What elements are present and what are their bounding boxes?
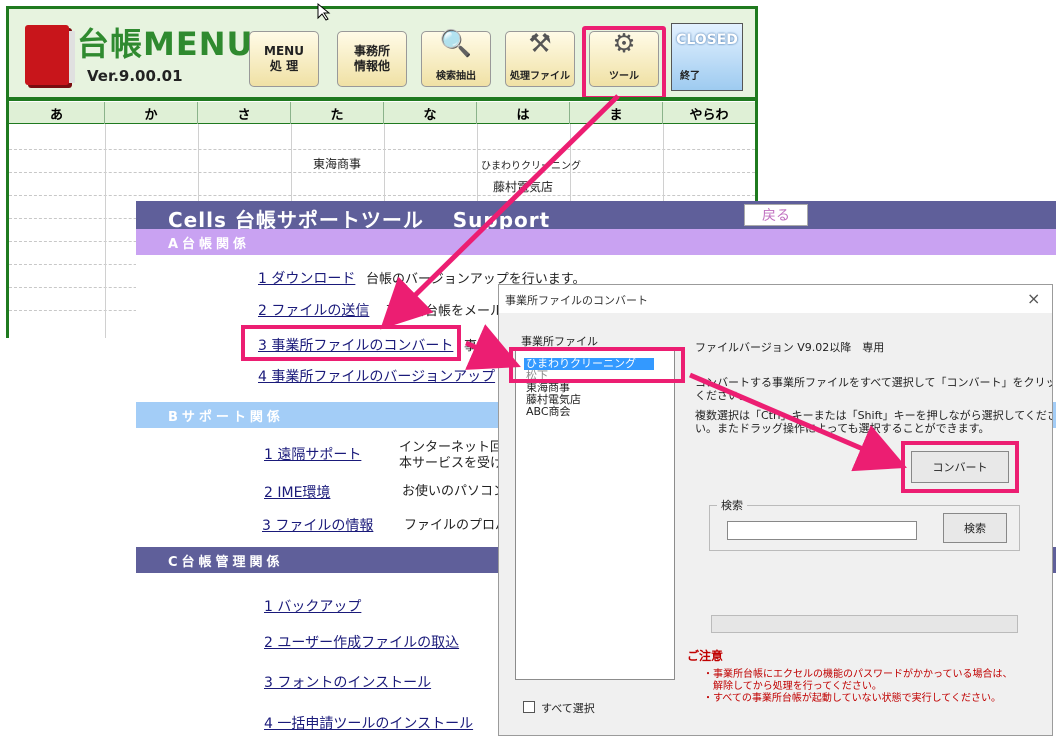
import-user-file-link[interactable]: 2 ユーザー作成ファイルの取込 — [264, 632, 459, 652]
search-input[interactable] — [727, 521, 917, 540]
search-button[interactable]: 検索 — [943, 513, 1007, 543]
search-extract-button[interactable]: 🔍 検索抽出 — [421, 31, 491, 87]
menu-process-button[interactable]: MENU 処 理 — [249, 31, 319, 87]
kana-ma[interactable]: ま — [570, 102, 663, 124]
search-group-label: 検索 — [717, 497, 747, 513]
grid-row-line — [9, 149, 755, 150]
worker-file-icon: ⚒ — [528, 29, 552, 59]
file-info-link[interactable]: 3 ファイルの情報 — [262, 515, 373, 535]
caution-title: ご注意 — [687, 649, 724, 663]
close-icon[interactable]: × — [1027, 289, 1040, 308]
process-file-label: 処理ファイル — [510, 71, 570, 82]
ledger-book-icon — [25, 25, 75, 85]
menu-version: Ver.9.00.01 — [87, 67, 183, 85]
caution-line-1b: 解除してから処理を行ってください。 — [713, 681, 882, 692]
bulk-tool-install-link[interactable]: 4 一括申請ツールのインストール — [264, 713, 473, 733]
closed-button[interactable]: CLOSED 終了 — [671, 23, 743, 91]
magnifier-question-icon: 🔍 — [439, 29, 473, 59]
office-info-button[interactable]: 事務所 情報他 — [337, 31, 407, 87]
process-file-button[interactable]: ⚒ 処理ファイル — [505, 31, 575, 87]
kana-sa[interactable]: さ — [198, 102, 291, 124]
support-header: Cells 台帳サポートツール Support 戻る — [136, 201, 1056, 232]
kana-ta[interactable]: た — [291, 102, 384, 124]
send-file-desc: 事務所台帳をメールで — [386, 304, 517, 319]
kana-ka[interactable]: か — [105, 102, 198, 124]
kana-a[interactable]: あ — [9, 102, 105, 124]
caution-line-1: ・事業所台帳にエクセルの機能のパスワードがかかっている場合は、 — [703, 669, 1013, 680]
version-note: ファイルバージョン V9.02以降 専用 — [695, 341, 885, 354]
instruction-2b: い。またドラッグ操作によっても選択することができます。 — [695, 422, 990, 435]
office-info-label: 事務所 情報他 — [353, 44, 390, 73]
dialog-title: 事業所ファイルのコンバート — [505, 294, 648, 307]
progress-bar — [711, 615, 1018, 633]
search-extract-label: 検索抽出 — [436, 71, 476, 82]
instruction-2: 複数選択は「Ctrl」キーまたは「Shift」キーを押しながら選択してくださ — [695, 409, 1053, 422]
grid-row-line — [9, 195, 755, 196]
menu-title: 台帳MENU — [77, 25, 254, 63]
backup-link[interactable]: 1 バックアップ — [264, 596, 361, 616]
cell-himawari[interactable]: ひまわりクリーニング — [481, 157, 581, 172]
ime-link[interactable]: 2 IME環境 — [264, 482, 330, 502]
select-all-label: すべて選択 — [541, 702, 595, 715]
file-item-abc[interactable]: ABC商会 — [526, 406, 571, 418]
instruction-1b: ください。 — [695, 389, 750, 402]
file-list[interactable]: ひまわりクリーニング 松下 東海商事 藤村電気店 ABC商会 — [515, 349, 675, 680]
kana-ha[interactable]: は — [477, 102, 570, 124]
instruction-1: コンバートする事業所ファイルをすべて選択して「コンバート」をクリックして — [695, 376, 1053, 389]
cell-fujimura[interactable]: 藤村電気店 — [493, 178, 553, 195]
kana-na[interactable]: な — [384, 102, 477, 124]
download-link[interactable]: 1 ダウンロード — [258, 268, 355, 288]
kana-yarawa[interactable]: やらわ — [663, 102, 755, 124]
ime-desc: お使いのパソコン — [402, 484, 507, 499]
font-install-link[interactable]: 3 フォントのインストール — [264, 672, 431, 692]
tool-highlight — [582, 26, 666, 100]
dialog-titlebar: 事業所ファイルのコンバート × — [499, 285, 1052, 313]
closed-sub-label: 終了 — [680, 71, 700, 82]
kana-header-row: あ か さ た な は ま やらわ — [9, 102, 755, 124]
menu-process-label: MENU 処 理 — [264, 44, 304, 73]
menu-header: 台帳MENU Ver.9.00.01 MENU 処 理 事務所 情報他 🔍 検索抽… — [9, 9, 755, 101]
grid-col-line — [105, 124, 106, 338]
select-all-checkbox[interactable] — [523, 701, 535, 713]
header-divider — [9, 97, 755, 101]
caution-line-2: ・すべての事業所台帳が起動していない状態で実行してください。 — [703, 693, 1001, 704]
cell-tokai[interactable]: 東海商事 — [313, 155, 361, 172]
section-a-header: A台帳関係 — [136, 229, 1056, 255]
convert-dialog: 事業所ファイルのコンバート × 事業所ファイル ひまわりクリーニング 松下 東海… — [498, 284, 1053, 736]
closed-label: CLOSED — [676, 32, 738, 48]
grid-row-line — [9, 172, 755, 173]
back-button[interactable]: 戻る — [744, 204, 808, 226]
version-up-link[interactable]: 4 事業所ファイルのバージョンアップ — [258, 366, 495, 386]
file-item-highlight — [509, 347, 685, 383]
send-file-link[interactable]: 2 ファイルの送信 — [258, 300, 369, 320]
convert-link-highlight — [241, 325, 461, 361]
convert-button-highlight — [901, 441, 1019, 493]
remote-support-link[interactable]: 1 遠隔サポート — [264, 444, 361, 464]
